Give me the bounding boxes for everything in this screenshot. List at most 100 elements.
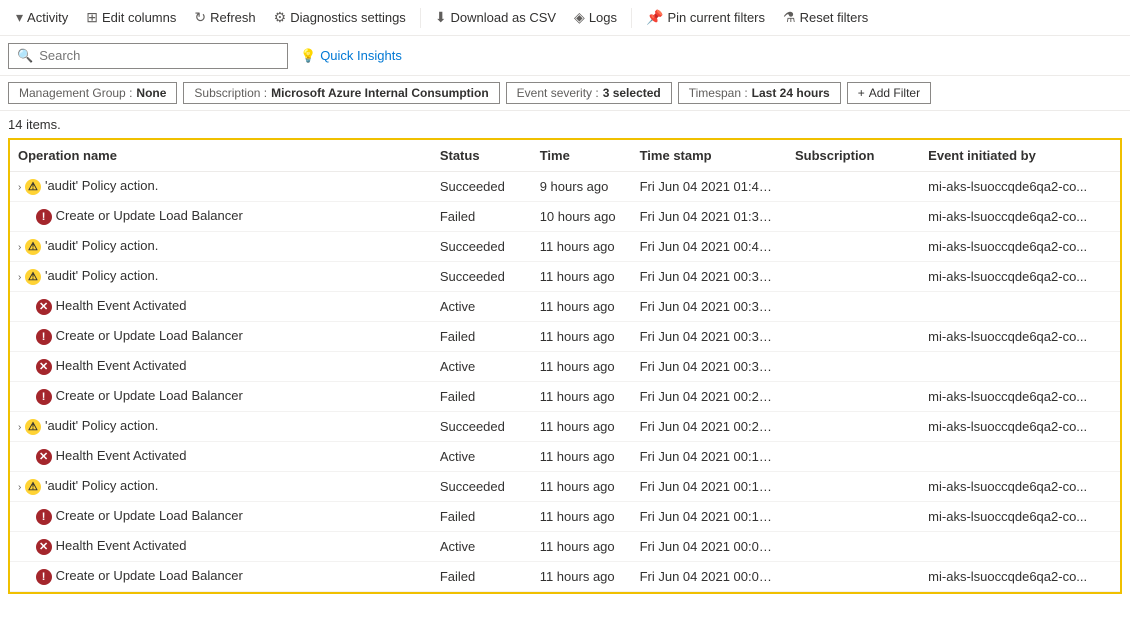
- warning-icon: ⚠: [25, 479, 41, 495]
- cell-subscription: [787, 532, 920, 562]
- col-header-status[interactable]: Status: [432, 140, 532, 172]
- columns-icon: ⊞: [86, 9, 98, 26]
- management-group-filter[interactable]: Management Group : None: [8, 82, 177, 104]
- table-row[interactable]: › ⚠'audit' Policy action.Succeeded11 hou…: [10, 262, 1120, 292]
- table-row[interactable]: !Create or Update Load BalancerFailed11 …: [10, 562, 1120, 592]
- table-row[interactable]: › ⚠'audit' Policy action.Succeeded11 hou…: [10, 232, 1120, 262]
- cell-time: 11 hours ago: [532, 382, 632, 412]
- cell-operation: › ⚠'audit' Policy action.: [10, 472, 432, 502]
- cell-timestamp: Fri Jun 04 2021 00:21:0...: [632, 412, 787, 442]
- cell-status: Active: [432, 442, 532, 472]
- cell-subscription: [787, 502, 920, 532]
- cell-time: 11 hours ago: [532, 322, 632, 352]
- reset-filters-button[interactable]: ⚗ Reset filters: [775, 5, 876, 30]
- subscription-filter[interactable]: Subscription : Microsoft Azure Internal …: [183, 82, 499, 104]
- table-row[interactable]: !Create or Update Load BalancerFailed11 …: [10, 502, 1120, 532]
- cell-timestamp: Fri Jun 04 2021 01:45:3...: [632, 172, 787, 202]
- pin-filters-button[interactable]: 📌 Pin current filters: [638, 5, 773, 30]
- cell-subscription: [787, 172, 920, 202]
- cell-subscription: [787, 232, 920, 262]
- col-header-operation[interactable]: Operation name: [10, 140, 432, 172]
- cell-event-by: mi-aks-lsuoccqde6qa2-co...: [920, 502, 1120, 532]
- cell-time: 11 hours ago: [532, 532, 632, 562]
- operation-name: Create or Update Load Balancer: [56, 388, 243, 403]
- cell-operation: ✕Health Event Activated: [10, 442, 432, 472]
- event-severity-filter[interactable]: Event severity : 3 selected: [506, 82, 672, 104]
- cell-subscription: [787, 562, 920, 592]
- cell-status: Succeeded: [432, 262, 532, 292]
- filter-icon: ⚗: [783, 9, 796, 26]
- activity-icon: ▾: [16, 9, 23, 26]
- quick-insights-button[interactable]: 💡 Quick Insights: [300, 48, 402, 64]
- error-icon: !: [36, 389, 52, 405]
- table-row[interactable]: › ⚠'audit' Policy action.Succeeded11 hou…: [10, 412, 1120, 442]
- refresh-button[interactable]: ↻ Refresh: [186, 5, 263, 30]
- cell-time: 11 hours ago: [532, 562, 632, 592]
- operation-name: 'audit' Policy action.: [45, 178, 158, 193]
- cell-status: Active: [432, 352, 532, 382]
- expand-chevron[interactable]: ›: [18, 182, 21, 193]
- health-icon: ✕: [36, 359, 52, 375]
- cell-timestamp: Fri Jun 04 2021 00:12:2...: [632, 472, 787, 502]
- operation-name: Create or Update Load Balancer: [56, 328, 243, 343]
- table-row[interactable]: ✕ Health Event Activated Active11 hours ag…: [10, 532, 1120, 562]
- activity-button[interactable]: ▾ Activity: [8, 5, 76, 30]
- health-icon: ✕: [36, 539, 52, 555]
- col-header-timestamp[interactable]: Time stamp: [632, 140, 787, 172]
- operation-name: Health Event Activated: [56, 538, 187, 553]
- cell-subscription: [787, 382, 920, 412]
- col-header-event-by[interactable]: Event initiated by: [920, 140, 1120, 172]
- expand-chevron[interactable]: ›: [18, 272, 21, 283]
- expand-chevron[interactable]: ›: [18, 242, 21, 253]
- download-button[interactable]: ⬇ Download as CSV: [427, 5, 564, 30]
- cell-status: Active: [432, 532, 532, 562]
- expand-chevron[interactable]: ›: [18, 482, 21, 493]
- operation-name: 'audit' Policy action.: [45, 268, 158, 283]
- operation-name: Health Event Activated: [56, 358, 187, 373]
- activity-table: Operation name Status Time Time stamp Su…: [10, 140, 1120, 592]
- cell-operation: ! Create or Update Load Balancer: [10, 382, 432, 412]
- plus-icon: +: [858, 86, 865, 100]
- table-row[interactable]: !Create or Update Load BalancerFailed11 …: [10, 382, 1120, 412]
- cell-timestamp: Fri Jun 04 2021 00:10:3...: [632, 502, 787, 532]
- operation-name: Health Event Activated: [56, 298, 187, 313]
- expand-chevron[interactable]: ›: [18, 422, 21, 433]
- timespan-filter[interactable]: Timespan : Last 24 hours: [678, 82, 841, 104]
- col-header-time[interactable]: Time: [532, 140, 632, 172]
- cell-status: Active: [432, 292, 532, 322]
- cell-event-by: mi-aks-lsuoccqde6qa2-co...: [920, 382, 1120, 412]
- cell-event-by: mi-aks-lsuoccqde6qa2-co...: [920, 322, 1120, 352]
- logs-button[interactable]: ◈ Logs: [566, 5, 625, 30]
- cell-subscription: [787, 262, 920, 292]
- cell-operation: ✕ Health Event Activated: [10, 292, 432, 322]
- pin-icon: 📌: [646, 9, 663, 26]
- warning-icon: ⚠: [25, 239, 41, 255]
- cell-timestamp: Fri Jun 04 2021 00:36:1...: [632, 292, 787, 322]
- cell-time: 11 hours ago: [532, 502, 632, 532]
- cell-event-by: mi-aks-lsuoccqde6qa2-co...: [920, 172, 1120, 202]
- error-icon: !: [36, 329, 52, 345]
- separator-1: [420, 8, 421, 28]
- search-input[interactable]: [39, 48, 279, 63]
- col-header-subscription[interactable]: Subscription: [787, 140, 920, 172]
- table-row[interactable]: › ⚠'audit' Policy action.Succeeded11 hou…: [10, 472, 1120, 502]
- add-filter-button[interactable]: + Add Filter: [847, 82, 931, 104]
- table-row[interactable]: › ⚠'audit' Policy action.Succeeded9 hour…: [10, 172, 1120, 202]
- error-icon: !: [36, 509, 52, 525]
- cell-event-by: [920, 292, 1120, 322]
- edit-columns-button[interactable]: ⊞ Edit columns: [78, 5, 184, 30]
- table-row[interactable]: ✕Health Event ActivatedActive11 hours ag…: [10, 442, 1120, 472]
- diagnostics-button[interactable]: ⚙ Diagnostics settings: [266, 5, 414, 30]
- cell-time: 11 hours ago: [532, 352, 632, 382]
- table-row[interactable]: !Create or Update Load BalancerFailed11 …: [10, 322, 1120, 352]
- cell-status: Failed: [432, 502, 532, 532]
- cell-event-by: mi-aks-lsuoccqde6qa2-co...: [920, 412, 1120, 442]
- table-row[interactable]: ✕ Health Event Activated Active11 hours ag…: [10, 352, 1120, 382]
- lightbulb-icon: 💡: [300, 48, 316, 64]
- warning-icon: ⚠: [25, 179, 41, 195]
- table-row[interactable]: !Create or Update Load BalancerFailed10 …: [10, 202, 1120, 232]
- health-icon: ✕: [36, 299, 52, 315]
- table-row[interactable]: ✕Health Event ActivatedActive11 hours ag…: [10, 292, 1120, 322]
- cell-time: 10 hours ago: [532, 202, 632, 232]
- cell-status: Failed: [432, 562, 532, 592]
